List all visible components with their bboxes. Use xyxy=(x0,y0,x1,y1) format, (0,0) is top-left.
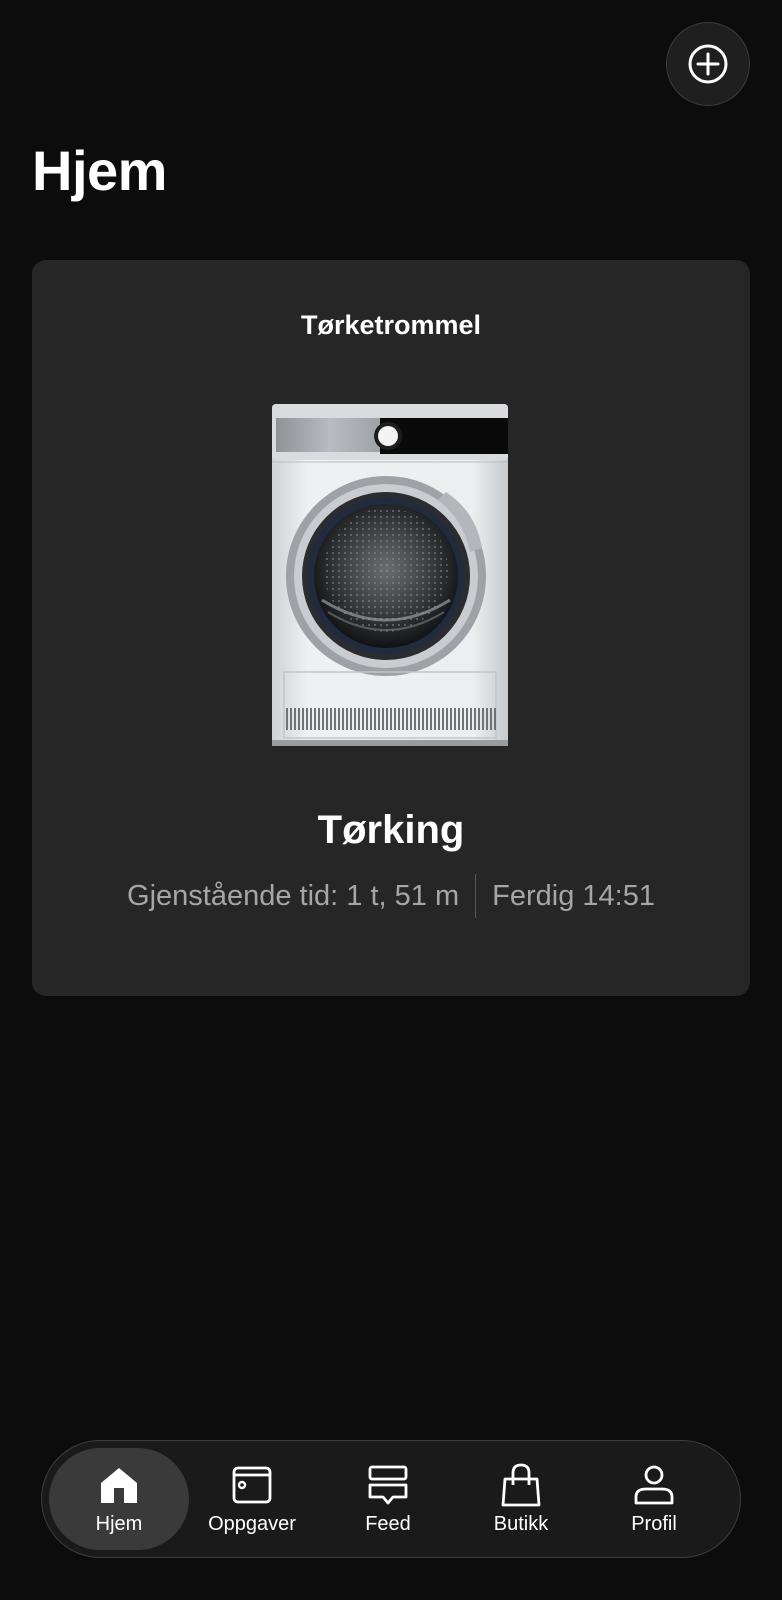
bottom-navigation: Hjem Oppgaver Feed Butikk Profil xyxy=(41,1440,741,1558)
nav-label: Feed xyxy=(365,1512,411,1535)
program-status: Tørking xyxy=(317,808,465,852)
nav-item-profile[interactable]: Profil xyxy=(584,1448,724,1550)
plus-circle-icon xyxy=(688,44,728,84)
time-info: Gjenstående tid: 1 t, 51 m Ferdig 14:51 xyxy=(32,874,750,918)
nav-label: Butikk xyxy=(493,1512,549,1535)
nav-label: Profil xyxy=(631,1512,677,1535)
device-card[interactable]: Tørketrommel Tørking Gjenstående tid: 1 … xyxy=(32,260,750,996)
nav-item-tasks[interactable]: Oppgaver xyxy=(182,1448,322,1550)
nav-label: Hjem xyxy=(95,1512,143,1535)
page-title: Hjem xyxy=(32,139,167,202)
profile-icon xyxy=(634,1465,674,1504)
feed-icon xyxy=(368,1465,408,1504)
tasks-icon xyxy=(232,1466,272,1503)
shopping-bag-icon xyxy=(501,1463,541,1506)
nav-item-shop[interactable]: Butikk xyxy=(451,1448,591,1550)
finish-time: Ferdig 14:51 xyxy=(492,879,655,912)
nav-label: Oppgaver xyxy=(208,1512,296,1535)
add-device-button[interactable] xyxy=(666,22,750,106)
remaining-time: Gjenstående tid: 1 t, 51 m xyxy=(127,879,460,912)
nav-item-home[interactable]: Hjem xyxy=(49,1448,189,1550)
divider xyxy=(475,874,477,918)
nav-item-feed[interactable]: Feed xyxy=(318,1448,458,1550)
device-name: Tørketrommel xyxy=(300,310,482,340)
home-icon xyxy=(101,1467,137,1503)
tumble-dryer-image xyxy=(272,404,508,746)
